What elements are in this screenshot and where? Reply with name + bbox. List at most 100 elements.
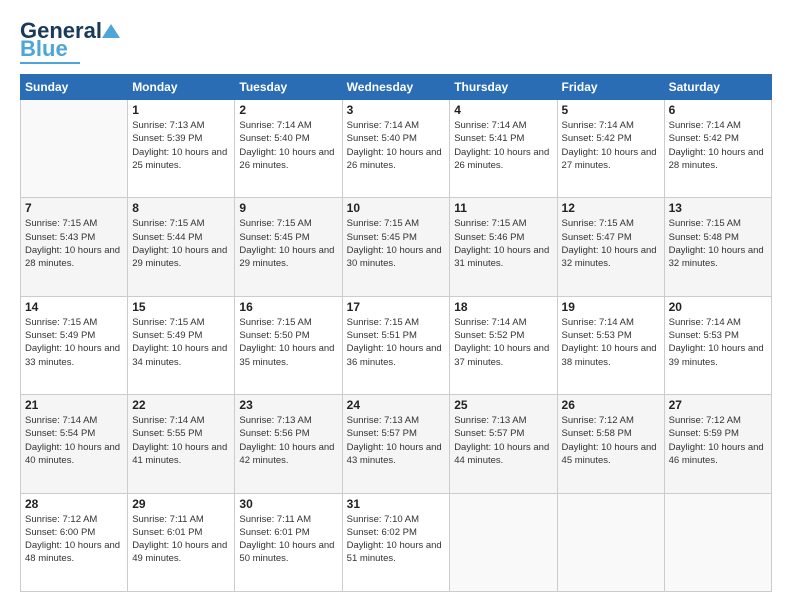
sunrise-label: Sunrise: 7:15 AM [132, 218, 204, 229]
sunset-label: Sunset: 5:59 PM [669, 428, 739, 439]
calendar-cell: 8 Sunrise: 7:15 AM Sunset: 5:44 PM Dayli… [128, 198, 235, 296]
day-number: 7 [25, 201, 123, 215]
calendar-cell: 13 Sunrise: 7:15 AM Sunset: 5:48 PM Dayl… [664, 198, 771, 296]
day-number: 4 [454, 103, 552, 117]
day-info: Sunrise: 7:15 AM Sunset: 5:46 PM Dayligh… [454, 217, 552, 270]
day-number: 15 [132, 300, 230, 314]
sunrise-label: Sunrise: 7:11 AM [239, 514, 311, 525]
day-number: 17 [347, 300, 446, 314]
calendar-cell: 9 Sunrise: 7:15 AM Sunset: 5:45 PM Dayli… [235, 198, 342, 296]
calendar-week-row: 21 Sunrise: 7:14 AM Sunset: 5:54 PM Dayl… [21, 395, 772, 493]
sunrise-label: Sunrise: 7:14 AM [562, 317, 634, 328]
sunrise-label: Sunrise: 7:15 AM [132, 317, 204, 328]
day-info: Sunrise: 7:15 AM Sunset: 5:49 PM Dayligh… [25, 316, 123, 369]
daylight-label: Daylight: 10 hours and 27 minutes. [562, 147, 657, 171]
calendar-cell: 25 Sunrise: 7:13 AM Sunset: 5:57 PM Dayl… [450, 395, 557, 493]
daylight-label: Daylight: 10 hours and 44 minutes. [454, 442, 549, 466]
day-info: Sunrise: 7:15 AM Sunset: 5:48 PM Dayligh… [669, 217, 767, 270]
day-number: 25 [454, 398, 552, 412]
day-info: Sunrise: 7:14 AM Sunset: 5:52 PM Dayligh… [454, 316, 552, 369]
sunrise-label: Sunrise: 7:15 AM [239, 317, 311, 328]
calendar-cell: 30 Sunrise: 7:11 AM Sunset: 6:01 PM Dayl… [235, 493, 342, 591]
sunset-label: Sunset: 6:01 PM [132, 527, 202, 538]
day-number: 6 [669, 103, 767, 117]
calendar-cell: 7 Sunrise: 7:15 AM Sunset: 5:43 PM Dayli… [21, 198, 128, 296]
sunrise-label: Sunrise: 7:12 AM [669, 415, 741, 426]
daylight-label: Daylight: 10 hours and 38 minutes. [562, 343, 657, 367]
logo-icon [102, 22, 120, 40]
day-number: 28 [25, 497, 123, 511]
logo: General Blue [20, 20, 120, 64]
daylight-label: Daylight: 10 hours and 40 minutes. [25, 442, 120, 466]
sunset-label: Sunset: 5:57 PM [347, 428, 417, 439]
calendar-cell: 28 Sunrise: 7:12 AM Sunset: 6:00 PM Dayl… [21, 493, 128, 591]
sunrise-label: Sunrise: 7:15 AM [25, 317, 97, 328]
sunrise-label: Sunrise: 7:11 AM [132, 514, 204, 525]
sunrise-label: Sunrise: 7:15 AM [239, 218, 311, 229]
daylight-label: Daylight: 10 hours and 50 minutes. [239, 540, 334, 564]
day-info: Sunrise: 7:14 AM Sunset: 5:54 PM Dayligh… [25, 414, 123, 467]
daylight-label: Daylight: 10 hours and 45 minutes. [562, 442, 657, 466]
day-number: 16 [239, 300, 337, 314]
sunset-label: Sunset: 5:48 PM [669, 232, 739, 243]
page: General Blue SundayMondayTuesdayWednesda… [0, 0, 792, 612]
day-number: 8 [132, 201, 230, 215]
col-header-wednesday: Wednesday [342, 75, 450, 100]
daylight-label: Daylight: 10 hours and 48 minutes. [25, 540, 120, 564]
daylight-label: Daylight: 10 hours and 31 minutes. [454, 245, 549, 269]
sunset-label: Sunset: 5:53 PM [562, 330, 632, 341]
day-info: Sunrise: 7:13 AM Sunset: 5:57 PM Dayligh… [347, 414, 446, 467]
day-number: 5 [562, 103, 660, 117]
sunset-label: Sunset: 6:00 PM [25, 527, 95, 538]
calendar-header-row: SundayMondayTuesdayWednesdayThursdayFrid… [21, 75, 772, 100]
daylight-label: Daylight: 10 hours and 28 minutes. [25, 245, 120, 269]
sunset-label: Sunset: 5:42 PM [562, 133, 632, 144]
sunrise-label: Sunrise: 7:14 AM [454, 120, 526, 131]
sunset-label: Sunset: 5:54 PM [25, 428, 95, 439]
day-info: Sunrise: 7:13 AM Sunset: 5:57 PM Dayligh… [454, 414, 552, 467]
calendar-cell: 20 Sunrise: 7:14 AM Sunset: 5:53 PM Dayl… [664, 296, 771, 394]
calendar-cell: 31 Sunrise: 7:10 AM Sunset: 6:02 PM Dayl… [342, 493, 450, 591]
calendar-cell: 17 Sunrise: 7:15 AM Sunset: 5:51 PM Dayl… [342, 296, 450, 394]
sunrise-label: Sunrise: 7:14 AM [454, 317, 526, 328]
sunset-label: Sunset: 5:42 PM [669, 133, 739, 144]
day-info: Sunrise: 7:15 AM Sunset: 5:45 PM Dayligh… [347, 217, 446, 270]
sunset-label: Sunset: 5:55 PM [132, 428, 202, 439]
calendar-cell: 23 Sunrise: 7:13 AM Sunset: 5:56 PM Dayl… [235, 395, 342, 493]
calendar-cell: 15 Sunrise: 7:15 AM Sunset: 5:49 PM Dayl… [128, 296, 235, 394]
sunrise-label: Sunrise: 7:15 AM [562, 218, 634, 229]
day-number: 30 [239, 497, 337, 511]
calendar-cell [557, 493, 664, 591]
calendar-cell: 14 Sunrise: 7:15 AM Sunset: 5:49 PM Dayl… [21, 296, 128, 394]
logo-blue: Blue [20, 38, 68, 60]
sunrise-label: Sunrise: 7:10 AM [347, 514, 419, 525]
day-info: Sunrise: 7:15 AM Sunset: 5:47 PM Dayligh… [562, 217, 660, 270]
day-info: Sunrise: 7:14 AM Sunset: 5:55 PM Dayligh… [132, 414, 230, 467]
day-info: Sunrise: 7:14 AM Sunset: 5:53 PM Dayligh… [669, 316, 767, 369]
day-number: 27 [669, 398, 767, 412]
calendar-cell: 4 Sunrise: 7:14 AM Sunset: 5:41 PM Dayli… [450, 100, 557, 198]
sunrise-label: Sunrise: 7:12 AM [25, 514, 97, 525]
col-header-saturday: Saturday [664, 75, 771, 100]
daylight-label: Daylight: 10 hours and 46 minutes. [669, 442, 764, 466]
col-header-tuesday: Tuesday [235, 75, 342, 100]
sunrise-label: Sunrise: 7:15 AM [669, 218, 741, 229]
calendar-week-row: 1 Sunrise: 7:13 AM Sunset: 5:39 PM Dayli… [21, 100, 772, 198]
daylight-label: Daylight: 10 hours and 26 minutes. [454, 147, 549, 171]
daylight-label: Daylight: 10 hours and 25 minutes. [132, 147, 227, 171]
day-info: Sunrise: 7:13 AM Sunset: 5:56 PM Dayligh… [239, 414, 337, 467]
day-info: Sunrise: 7:14 AM Sunset: 5:42 PM Dayligh… [562, 119, 660, 172]
calendar-cell: 1 Sunrise: 7:13 AM Sunset: 5:39 PM Dayli… [128, 100, 235, 198]
col-header-friday: Friday [557, 75, 664, 100]
daylight-label: Daylight: 10 hours and 32 minutes. [562, 245, 657, 269]
calendar-week-row: 7 Sunrise: 7:15 AM Sunset: 5:43 PM Dayli… [21, 198, 772, 296]
day-number: 11 [454, 201, 552, 215]
daylight-label: Daylight: 10 hours and 35 minutes. [239, 343, 334, 367]
sunrise-label: Sunrise: 7:13 AM [347, 415, 419, 426]
day-info: Sunrise: 7:15 AM Sunset: 5:44 PM Dayligh… [132, 217, 230, 270]
sunset-label: Sunset: 5:39 PM [132, 133, 202, 144]
daylight-label: Daylight: 10 hours and 29 minutes. [239, 245, 334, 269]
sunset-label: Sunset: 5:40 PM [347, 133, 417, 144]
calendar-cell: 29 Sunrise: 7:11 AM Sunset: 6:01 PM Dayl… [128, 493, 235, 591]
day-number: 29 [132, 497, 230, 511]
